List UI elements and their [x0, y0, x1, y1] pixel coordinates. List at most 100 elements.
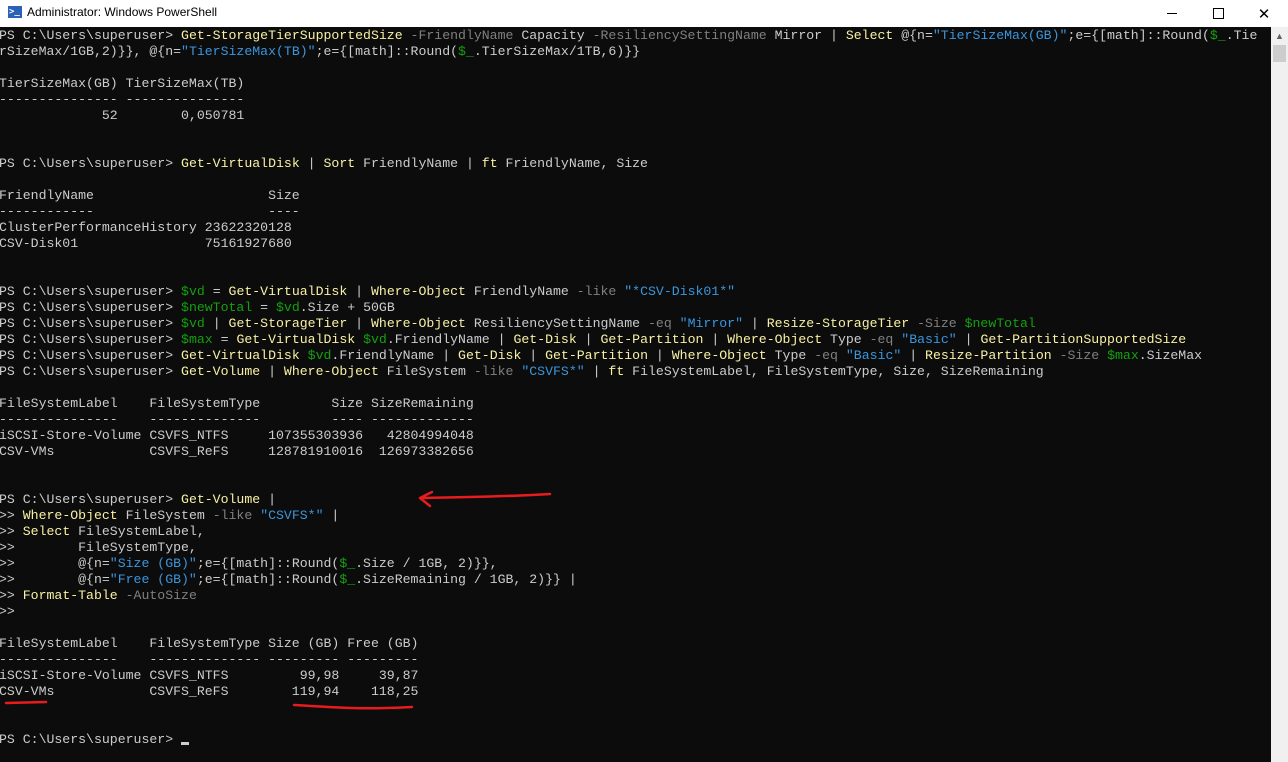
console-line: --------------- -------------- ---- ----… [0, 412, 1270, 428]
console-token: 52 0,050781 [0, 108, 245, 123]
console-line: --------------- --------------- [0, 92, 1270, 108]
console-token: | [703, 332, 728, 347]
console-token [1099, 348, 1107, 363]
console-token: @{n= [893, 28, 933, 43]
console-token [957, 316, 965, 331]
console-token [252, 508, 260, 523]
console-token: FileSystemLabel, [70, 524, 205, 539]
console-token: "Size (GB)" [109, 556, 197, 571]
console-output[interactable]: PS C:\Users\superuser> Get-StorageTierSu… [0, 28, 1270, 762]
scroll-up-arrow-icon[interactable]: ▲ [1271, 29, 1288, 44]
console-token: Type [822, 332, 870, 347]
console-token: >> [0, 524, 23, 539]
console-token: Get-StorageTier [228, 316, 348, 331]
console-token: $_ [339, 556, 356, 571]
console-token: -AutoSize [125, 588, 197, 603]
console-token: ;e={[math]::Round( [196, 556, 340, 571]
console-line: PS C:\Users\superuser> $vd | Get-Storage… [0, 316, 1270, 332]
console-token [1052, 348, 1060, 363]
console-token: Get-Volume [181, 364, 261, 379]
console-token: -Size [1059, 348, 1100, 363]
console-token: "CSVFS*" [521, 364, 585, 379]
console-token: $vd [363, 332, 387, 347]
console-token: | [204, 316, 229, 331]
console-token: $newTotal [181, 300, 253, 315]
close-button[interactable]: ✕ [1241, 0, 1287, 27]
console-line: PS C:\Users\superuser> Get-VirtualDisk $… [0, 348, 1270, 364]
console-token: PS C:\Users\superuser> [0, 332, 182, 347]
console-token: $_ [458, 44, 474, 59]
console-line: FriendlyName Size [0, 188, 1270, 204]
console-token: >> @{n= [0, 556, 110, 571]
console-token: | [742, 316, 767, 331]
console-token: | [521, 348, 546, 363]
console-token: Format-Table [22, 588, 118, 603]
console-token: PS C:\Users\superuser> [0, 492, 182, 507]
console-token: Where-Object [371, 316, 466, 331]
console-token: Resize-Partition [925, 348, 1052, 363]
console-token: $vd [307, 348, 332, 363]
console-token: Capacity [513, 28, 593, 43]
console-line: PS C:\Users\superuser> Get-Volume | [0, 492, 1270, 508]
console-token: "TierSizeMax(TB)" [181, 44, 316, 59]
console-token: Get-Volume [181, 492, 261, 507]
minimize-button[interactable] [1149, 0, 1195, 27]
console-token: Get-VirtualDisk [236, 332, 356, 347]
console-line: >> Format-Table -AutoSize [0, 588, 1270, 604]
console-token: >> FileSystemType, [0, 540, 197, 555]
minimize-icon [1167, 13, 1177, 14]
console-token: PS C:\Users\superuser> [0, 316, 182, 331]
console-token: "Mirror" [679, 316, 743, 331]
console-token [672, 316, 680, 331]
console-token: $max [181, 332, 213, 347]
console-token: CSV-VMs CSVFS_ReFS 119,94 118,25 [0, 684, 419, 699]
console-token: --------------- --------------- [0, 92, 245, 107]
console-token: ;e={[math]::Round( [196, 572, 340, 587]
console-token: Resize-StorageTier [766, 316, 910, 331]
console-token: .SizeMax [1138, 348, 1203, 363]
scrollbar-thumb[interactable] [1273, 45, 1286, 62]
console-line: >> Select FileSystemLabel, [0, 524, 1270, 540]
console-token: -eq [648, 316, 672, 331]
console-token: Mirror | [766, 28, 846, 43]
console-token: = [204, 284, 229, 299]
console-token: Get-Partition [545, 348, 648, 363]
console-token: $vd [181, 284, 205, 299]
maximize-button[interactable] [1195, 0, 1241, 27]
console-token: PS C:\Users\superuser> [0, 732, 182, 747]
console-token: "*CSV-Disk01*" [624, 284, 736, 299]
console-token: -eq [869, 332, 894, 347]
console-token: "TierSizeMax(GB)" [932, 28, 1068, 43]
console-token: ft [481, 156, 498, 171]
console-line: FileSystemLabel FileSystemType Size (GB)… [0, 636, 1270, 652]
console-token: FileSystem [378, 364, 474, 379]
console-token: "Basic" [901, 332, 957, 347]
console-token: Type [766, 348, 815, 363]
console-line: >> @{n="Size (GB)";e={[math]::Round($_.S… [0, 556, 1270, 572]
console-token: ------------ ---- [0, 204, 300, 219]
console-token: | [901, 348, 926, 363]
console-line: PS C:\Users\superuser> Get-VirtualDisk |… [0, 156, 1270, 172]
console-token: FileSystemLabel FileSystemType Size (GB)… [0, 636, 419, 651]
console-token: ResiliencySettingName [465, 316, 648, 331]
console-line: CSV-VMs CSVFS_ReFS 119,94 118,25 [0, 684, 1270, 700]
console-token: TierSizeMax(GB) TierSizeMax(TB) [0, 76, 245, 91]
console-token: .Size + 50GB [299, 300, 395, 315]
console-token: | [323, 508, 340, 523]
console-token: Get-PartitionSupportedSize [980, 332, 1187, 347]
console-token [355, 332, 363, 347]
console-token: Get-VirtualDisk [181, 156, 300, 171]
console-token: FileSystemLabel FileSystemType Size Size… [0, 396, 474, 411]
console-token [300, 348, 308, 363]
console-token: -eq [814, 348, 838, 363]
close-icon: ✕ [1257, 4, 1271, 23]
console-token [403, 28, 411, 43]
console-token: >> @{n= [0, 572, 110, 587]
vertical-scrollbar[interactable]: ▲ [1271, 27, 1288, 762]
console-token: PS C:\Users\superuser> [0, 300, 182, 315]
console-token: FriendlyName [465, 284, 577, 299]
